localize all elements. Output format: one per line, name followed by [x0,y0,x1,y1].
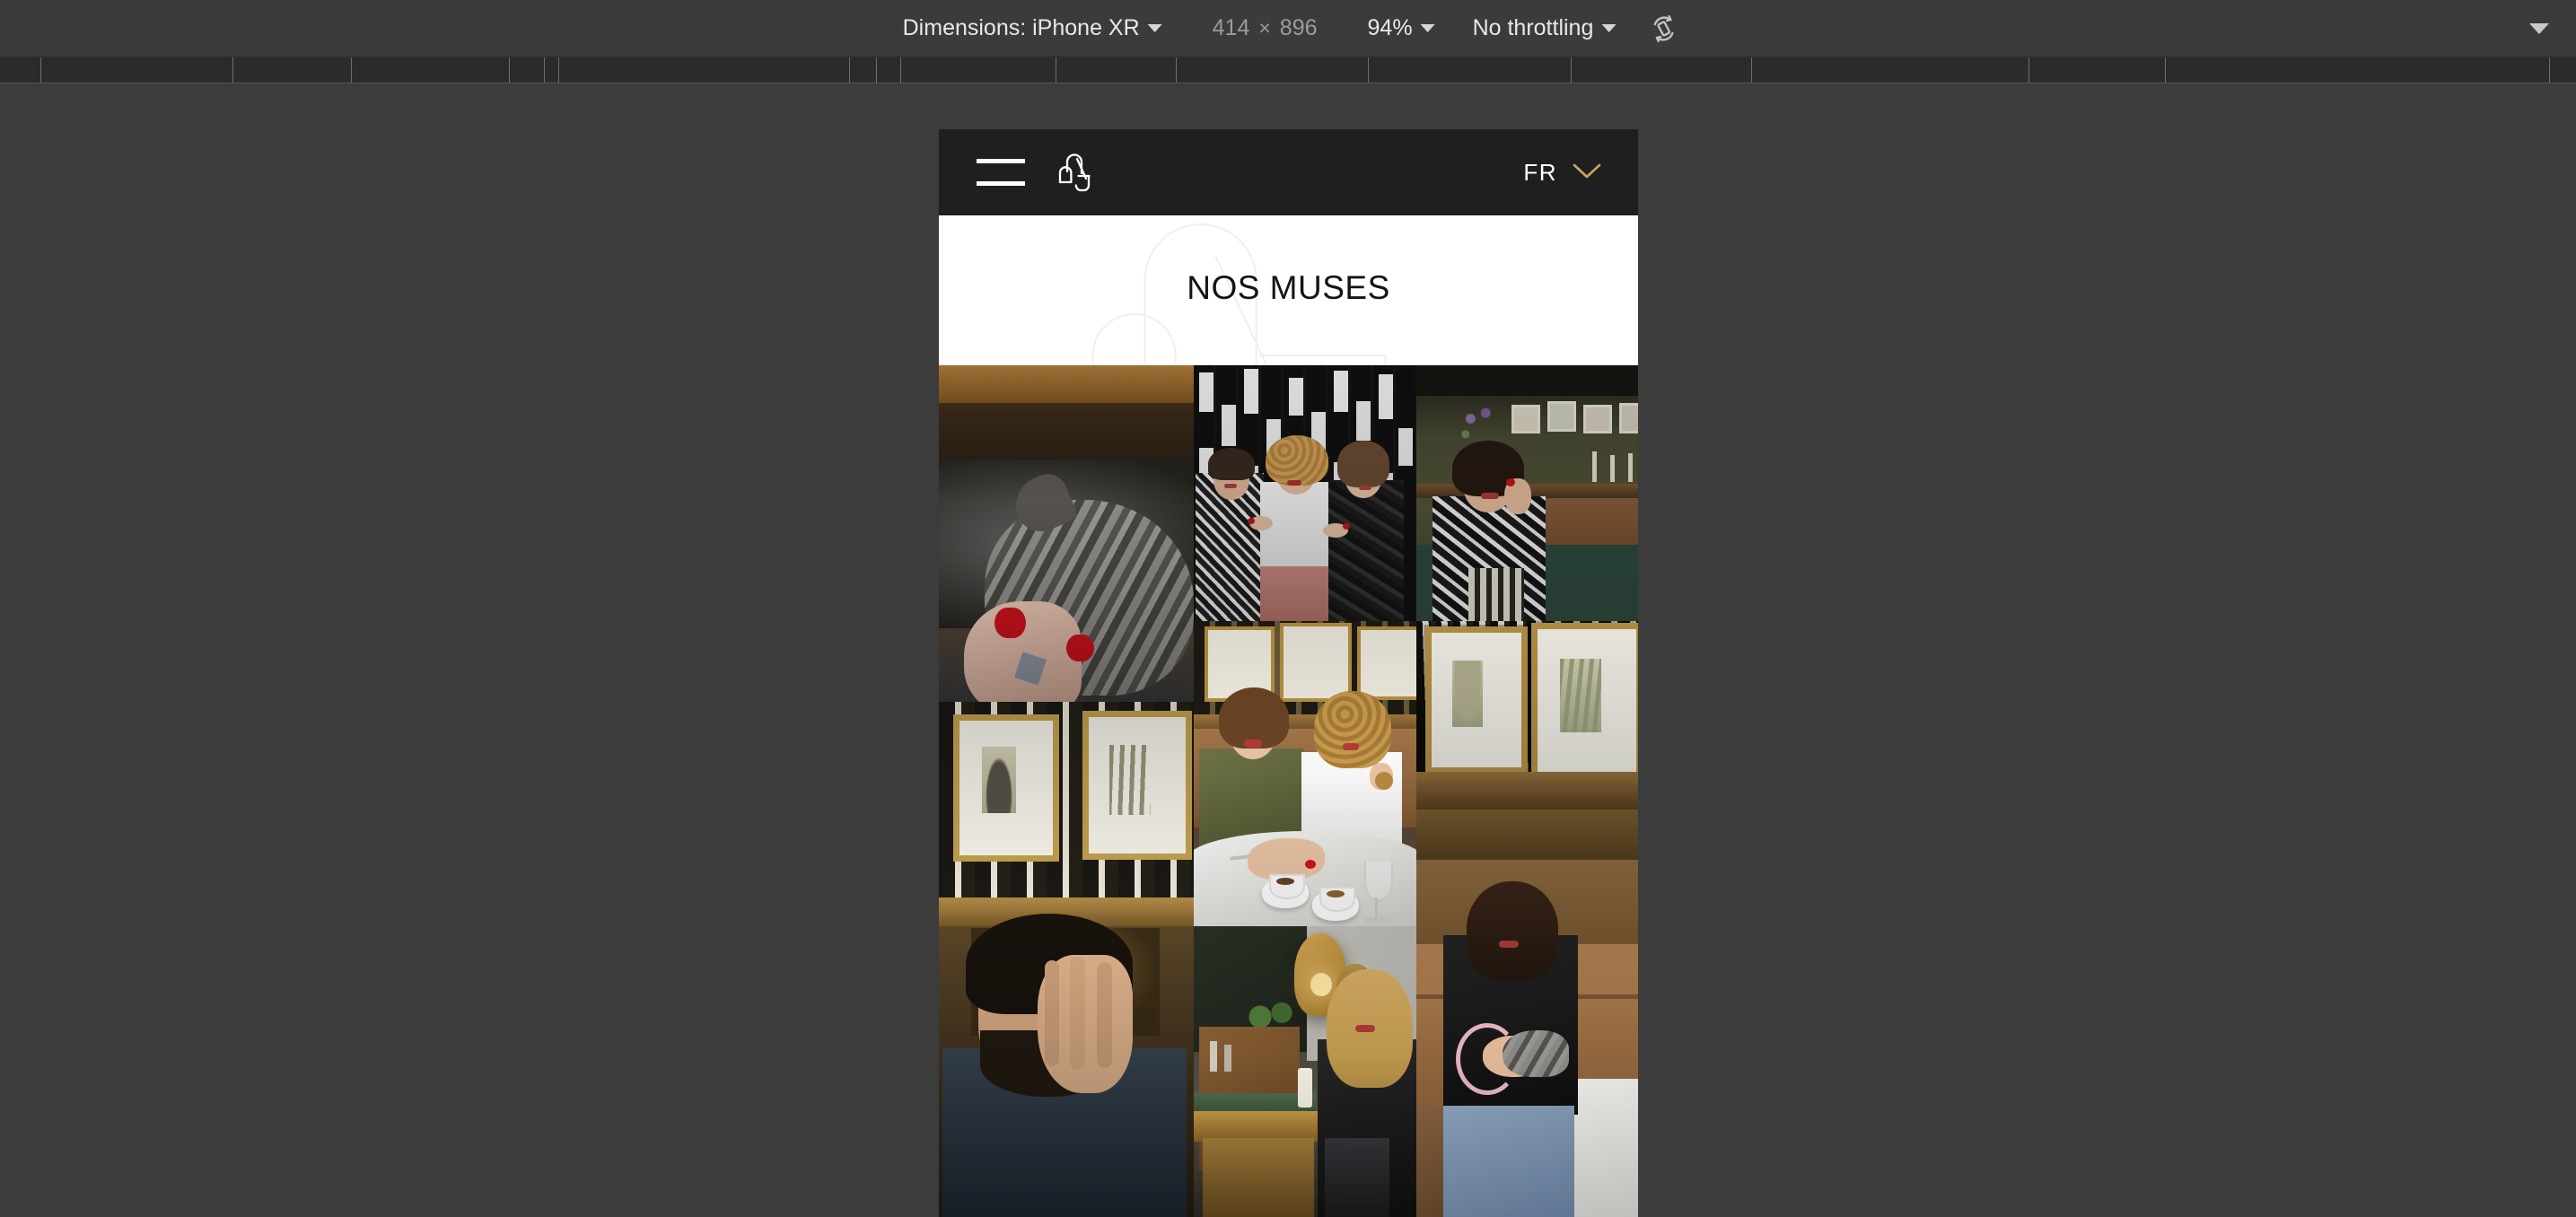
viewport-width-input[interactable]: 414 [1207,11,1256,47]
language-code-label: FR [1523,158,1557,186]
device-toolbar: Dimensions: iPhone XR 414 × 896 94% No t… [0,0,2576,57]
ruler-tick [1571,57,1572,83]
viewport-ruler[interactable] [0,57,2576,83]
ruler-tick [2165,57,2166,83]
gallery-tile-man-hand-face[interactable] [939,702,1194,1217]
viewport-height-input[interactable]: 896 [1275,11,1323,47]
chevron-down-icon [1420,24,1435,32]
ruler-tick [1368,57,1369,83]
chevron-down-icon [1572,162,1602,184]
site-header: FR [939,129,1638,215]
photo-blonde-lamp [1194,926,1416,1217]
brand-monogram-logo[interactable] [1054,147,1099,197]
gallery-tile-blonde-lamp[interactable] [1194,926,1416,1217]
viewport-height-value: 896 [1279,15,1318,40]
gallery-tile-woman-green-wall[interactable] [1416,365,1638,621]
zoom-level-dropdown[interactable]: 94% [1362,11,1441,47]
photo-woman-green-wall [1416,365,1638,621]
ruler-tick [509,57,510,83]
chevron-down-icon [2529,23,2549,34]
photo-two-women-table [1194,621,1416,926]
chevron-down-icon [1601,24,1617,32]
ruler-tick [849,57,850,83]
rotate-device-icon[interactable] [1648,13,1678,44]
gallery-tile-framed-prints[interactable] [1416,621,1638,810]
device-viewport: FR NOS MUSES [939,129,1638,1217]
ruler-tick [2028,57,2029,83]
photo-framed-prints [1416,621,1638,810]
ruler-tick [558,57,559,83]
ruler-tick [40,57,41,83]
device-toolbar-more-options[interactable] [2529,0,2549,57]
language-selector[interactable]: FR [1523,159,1602,187]
device-dimensions-dropdown[interactable]: Dimensions: iPhone XR [898,11,1168,47]
hamburger-menu-icon[interactable] [977,159,1025,186]
photo-three-women [1194,365,1416,621]
photo-cat-hands [939,365,1194,702]
network-throttling-value: No throttling [1472,15,1594,40]
page-title: NOS MUSES [1187,268,1390,306]
network-throttling-dropdown[interactable]: No throttling [1468,11,1622,47]
device-dimensions-label: Dimensions: iPhone XR [902,15,1140,40]
ruler-tick [2549,57,2550,83]
page-hero: NOS MUSES [939,215,1638,365]
photo-woman-banquette [1416,810,1638,1217]
hamburger-bar [977,159,1025,163]
chevron-down-icon [1147,24,1162,32]
devtools-device-mode-screen: Dimensions: iPhone XR 414 × 896 94% No t… [0,0,2576,1217]
photo-man-hand-face [939,702,1194,1217]
viewport-width-value: 414 [1212,15,1250,40]
gallery-tile-two-women-table[interactable] [1194,621,1416,926]
ruler-tick [876,57,877,83]
ruler-tick [544,57,545,83]
ruler-tick [900,57,901,83]
device-toolbar-controls: Dimensions: iPhone XR 414 × 896 94% No t… [898,0,1679,57]
zoom-level-value: 94% [1367,15,1413,40]
gallery-grid [939,365,1638,1217]
ruler-tick [232,57,233,83]
ruler-tick [1176,57,1177,83]
gallery-tile-woman-banquette[interactable] [1416,810,1638,1217]
gallery-tile-cat-hands[interactable] [939,365,1194,702]
ruler-tick [1751,57,1752,83]
gallery-tile-three-women[interactable] [1194,365,1416,621]
hamburger-bar [977,181,1025,186]
ruler-tick [351,57,352,83]
dimension-separator-icon: × [1258,16,1271,39]
